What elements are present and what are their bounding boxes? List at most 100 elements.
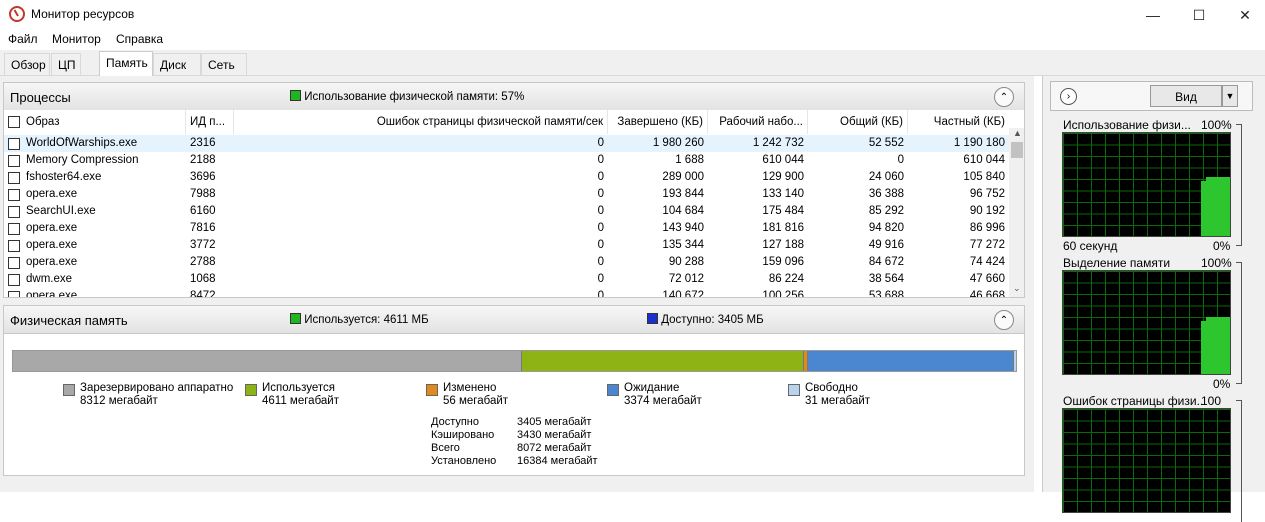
table-row[interactable]: fshoster64.exe 3696 0 289 000 129 900 24 060 1…: [4, 169, 1009, 186]
cell-private: 77 272: [969, 239, 1005, 251]
graph-footer-left: 60 секунд: [1063, 239, 1118, 253]
cell-shareable: 53 688: [868, 290, 904, 298]
row-checkbox[interactable]: [8, 172, 20, 184]
minimize-icon[interactable]: —: [1130, 0, 1176, 30]
tab-disk[interactable]: Диск: [153, 53, 201, 75]
legend-name: Используется: [262, 382, 335, 394]
table-row[interactable]: Memory Compression 2188 0 1 688 610 044 0 610 …: [4, 152, 1009, 169]
physical-memory-header[interactable]: Физическая память Используется: 4611 МБ …: [3, 305, 1025, 334]
col-pid[interactable]: ИД п...: [186, 110, 234, 134]
memory-graph: [1062, 270, 1231, 375]
blue-swatch-icon: [647, 313, 658, 324]
cell-commit: 1 688: [675, 154, 704, 166]
cell-hard-faults: 0: [597, 171, 604, 183]
graphs-header: › Вид ▼: [1050, 81, 1253, 111]
cell-pid: 2316: [190, 137, 216, 149]
memory-graph: [1062, 408, 1231, 513]
cell-working-set: 133 140: [762, 188, 804, 200]
cell-pid: 2788: [190, 256, 216, 268]
tab-network[interactable]: Сеть: [201, 53, 247, 75]
legend-item: Свободно 31 мегабайт: [788, 382, 963, 412]
cell-shareable: 52 552: [868, 137, 904, 149]
cell-working-set: 610 044: [762, 154, 804, 166]
table-header: Образ ИД п... Ошибок страницы физической…: [4, 110, 1009, 134]
processes-scrollbar[interactable]: ▲ ⌄: [1009, 128, 1024, 297]
collapse-processes-button[interactable]: ⌃: [994, 87, 1014, 107]
tab-cpu[interactable]: ЦП: [51, 53, 81, 75]
scroll-thumb[interactable]: [1011, 142, 1023, 158]
cell-working-set: 100 256: [762, 290, 804, 298]
table-row[interactable]: opera.exe 2788 0 90 288 159 096 84 672 74 424: [4, 254, 1009, 271]
cell-private: 47 660: [969, 273, 1005, 285]
cell-working-set: 159 096: [762, 256, 804, 268]
row-checkbox[interactable]: [8, 138, 20, 150]
table-row[interactable]: opera.exe 3772 0 135 344 127 188 49 916 77 272: [4, 237, 1009, 254]
row-checkbox[interactable]: [8, 223, 20, 235]
row-checkbox[interactable]: [8, 189, 20, 201]
row-checkbox[interactable]: [8, 155, 20, 167]
summary-label: Установлено: [431, 455, 497, 467]
scroll-down-icon[interactable]: ⌄: [1013, 283, 1021, 294]
cell-commit: 143 940: [662, 222, 704, 234]
cell-shareable: 36 388: [868, 188, 904, 200]
select-all-checkbox[interactable]: [8, 116, 20, 128]
close-icon[interactable]: ✕: [1222, 0, 1265, 30]
col-image[interactable]: Образ: [26, 110, 186, 134]
cell-shareable: 84 672: [868, 256, 904, 268]
table-row[interactable]: opera.exe 7816 0 143 940 181 816 94 820 86 996: [4, 220, 1009, 237]
cell-image: Memory Compression: [26, 154, 139, 166]
cell-commit: 135 344: [662, 239, 704, 251]
graph-footer-right: 0%: [1213, 377, 1231, 391]
table-row[interactable]: dwm.exe 1068 0 72 012 86 224 38 564 47 660: [4, 271, 1009, 288]
tab-memory[interactable]: Память: [99, 51, 153, 76]
expand-graphs-button[interactable]: ›: [1060, 88, 1077, 105]
memory-usage-indicator: Использование физической памяти: 57%: [290, 90, 524, 103]
menu-monitor[interactable]: Монитор: [51, 32, 102, 46]
table-row[interactable]: WorldOfWarships.exe 2316 0 1 980 260 1 242 7…: [4, 135, 1009, 152]
cell-working-set: 127 188: [762, 239, 804, 251]
col-hard-faults[interactable]: Ошибок страницы физической памяти/сек: [234, 110, 608, 134]
menu-file[interactable]: Файл: [7, 32, 39, 46]
cell-working-set: 86 224: [768, 273, 804, 285]
menu-help[interactable]: Справка: [115, 32, 164, 46]
graph-fill: [1201, 317, 1230, 374]
available-indicator: Доступно: 3405 МБ: [647, 313, 764, 326]
col-working-set[interactable]: Рабочий набо...: [708, 110, 808, 134]
row-checkbox[interactable]: [8, 206, 20, 218]
graph-title: Выделение памяти: [1063, 256, 1171, 270]
row-checkbox[interactable]: [8, 291, 20, 297]
cell-pid: 8472: [190, 290, 216, 298]
table-row[interactable]: SearchUI.exe 6160 0 104 684 175 484 85 292 90 …: [4, 203, 1009, 220]
col-commit[interactable]: Завершено (КБ): [608, 110, 708, 134]
scroll-up-icon[interactable]: ▲: [1013, 128, 1022, 138]
table-row[interactable]: opera.exe 7988 0 193 844 133 140 36 388 96 752: [4, 186, 1009, 203]
legend-value: 56 мегабайт: [443, 395, 509, 407]
col-shareable[interactable]: Общий (КБ): [808, 110, 908, 134]
cell-hard-faults: 0: [597, 256, 604, 268]
graph-scale-bracket: [1236, 262, 1242, 384]
row-checkbox[interactable]: [8, 274, 20, 286]
tab-overview[interactable]: Обзор: [4, 53, 50, 75]
legend-item: Используется 4611 мегабайт: [245, 382, 420, 412]
sort-indicator-icon: ˇ: [955, 110, 958, 117]
col-private[interactable]: Частный (КБ): [908, 110, 1009, 134]
legend-item: Изменено 56 мегабайт: [426, 382, 601, 412]
row-checkbox[interactable]: [8, 240, 20, 252]
table-row[interactable]: opera.exe 8472 0 140 672 100 256 53 688 46 668: [4, 288, 1009, 298]
legend-swatch: [788, 384, 800, 396]
legend-name: Свободно: [805, 382, 858, 394]
row-checkbox[interactable]: [8, 257, 20, 269]
summary-value: 3430 мегабайт: [517, 429, 592, 441]
maximize-icon[interactable]: ☐: [1176, 0, 1222, 30]
cell-private: 96 752: [969, 188, 1005, 200]
collapse-physical-memory-button[interactable]: ⌃: [994, 310, 1014, 330]
legend-item: Ожидание 3374 мегабайт: [607, 382, 782, 412]
processes-header[interactable]: Процессы Использование физической памяти…: [3, 82, 1025, 111]
cell-commit: 1 980 260: [652, 137, 704, 149]
cell-private: 105 840: [963, 171, 1005, 183]
used-label: Используется: 4611 МБ: [304, 314, 429, 326]
view-dropdown-icon[interactable]: ▼: [1222, 85, 1238, 107]
cell-image: opera.exe: [26, 239, 78, 251]
legend-name: Ожидание: [624, 382, 680, 394]
view-button[interactable]: Вид: [1150, 85, 1222, 107]
